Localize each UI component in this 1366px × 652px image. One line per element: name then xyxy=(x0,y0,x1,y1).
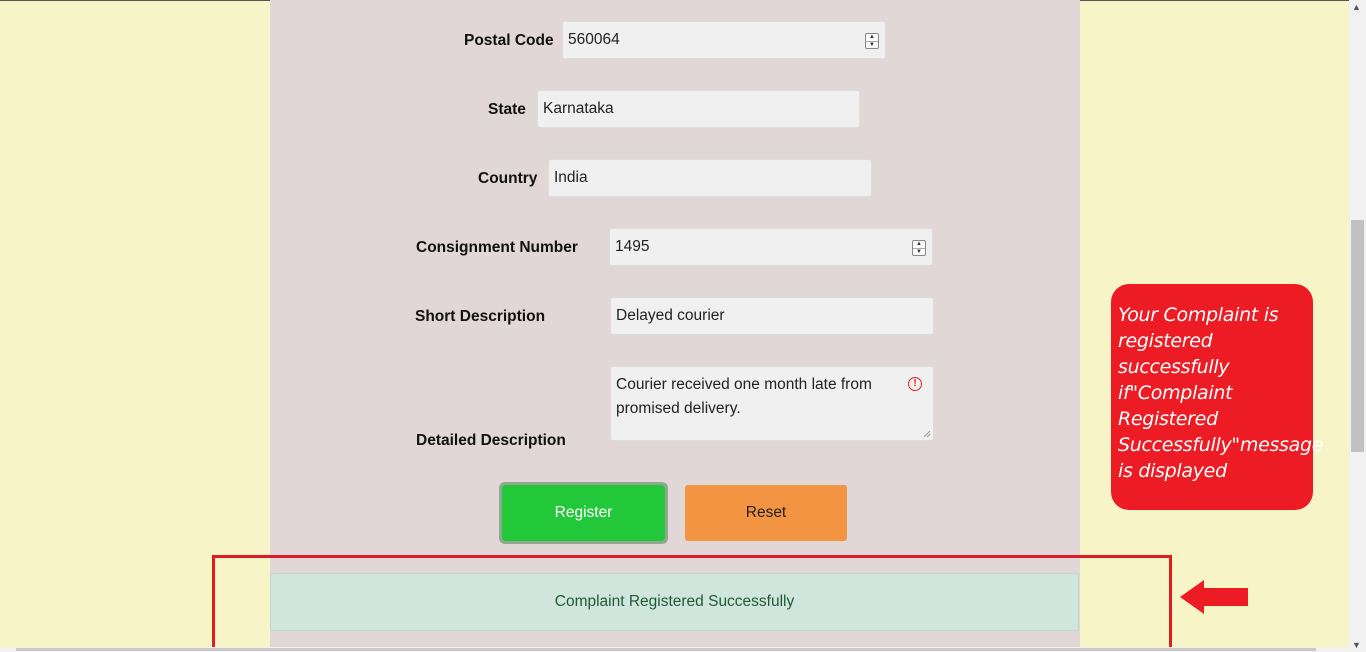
callout-text: Your Complaint is registered successfull… xyxy=(1118,304,1324,482)
horizontal-scrollbar[interactable] xyxy=(0,647,1349,652)
state-value: Karnataka xyxy=(543,100,614,117)
detailed-description-label: Detailed Description xyxy=(416,432,566,449)
short-description-label: Short Description xyxy=(415,308,546,325)
left-arrow-icon xyxy=(1180,580,1248,614)
annotation-callout: Your Complaint is registered successfull… xyxy=(1111,284,1323,510)
scroll-down-icon[interactable]: ▼ xyxy=(1352,640,1361,650)
country-label: Country xyxy=(478,170,538,187)
reset-button[interactable]: Reset xyxy=(685,485,847,541)
short-description-input[interactable]: Delayed courier xyxy=(610,297,934,335)
scrollbar-thumb[interactable] xyxy=(1351,220,1364,452)
postal-code-label: Postal Code xyxy=(464,32,554,49)
detailed-description-textarea[interactable]: Courier received one month late from pro… xyxy=(610,366,934,441)
horizontal-scrollbar-thumb[interactable] xyxy=(16,648,1316,651)
consignment-number-value: 1495 xyxy=(615,238,650,255)
postal-code-value: 560064 xyxy=(568,31,620,48)
consignment-number-input[interactable]: 1495 ▲ ▼ xyxy=(609,228,933,266)
consignment-stepper[interactable]: ▲ ▼ xyxy=(912,240,926,256)
state-label: State xyxy=(488,101,526,118)
country-value: India xyxy=(554,169,588,186)
stepper-up-icon[interactable]: ▲ xyxy=(913,241,925,249)
warning-circle-icon: ! xyxy=(908,377,922,391)
stepper-down-icon[interactable]: ▼ xyxy=(913,249,925,256)
postal-code-input[interactable]: 560064 ▲ ▼ xyxy=(562,21,886,59)
state-input[interactable]: Karnataka xyxy=(537,90,860,128)
resize-grip-icon[interactable] xyxy=(923,430,931,438)
consignment-number-label: Consignment Number xyxy=(416,239,578,256)
stepper-down-icon[interactable]: ▼ xyxy=(866,42,878,49)
register-button[interactable]: Register xyxy=(499,482,668,544)
annotation-highlight-box xyxy=(212,555,1172,652)
detailed-description-value: Courier received one month late from pro… xyxy=(616,376,872,417)
country-input[interactable]: India xyxy=(548,159,872,197)
scroll-up-icon[interactable]: ▲ xyxy=(1352,2,1361,12)
stepper-up-icon[interactable]: ▲ xyxy=(866,34,878,42)
postal-code-stepper[interactable]: ▲ ▼ xyxy=(865,33,879,49)
vertical-scrollbar[interactable]: ▲ ▼ xyxy=(1349,0,1366,652)
short-description-value: Delayed courier xyxy=(616,307,725,324)
